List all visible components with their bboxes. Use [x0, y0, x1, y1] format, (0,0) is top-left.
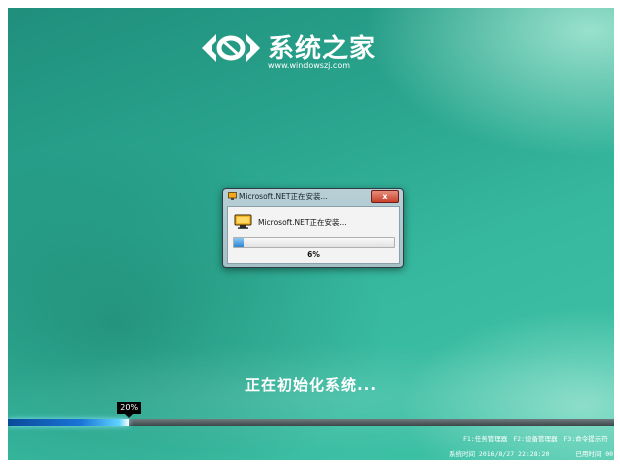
computer-icon [234, 214, 252, 229]
brand-logo: 系统之家 www.windowszj.com [200, 28, 400, 76]
close-button[interactable]: x [371, 190, 399, 203]
system-time: 系统时间 2016/8/27 22:28:20 [449, 450, 550, 458]
logo-title: 系统之家 [268, 34, 377, 64]
install-progress-fill [234, 238, 244, 247]
install-dialog[interactable]: Microsoft.NET正在安装... x Microsoft.NET正在安装… [222, 188, 404, 268]
overall-progress-badge: 20% [117, 402, 142, 414]
dialog-title: Microsoft.NET正在安装... [239, 192, 328, 201]
dialog-titlebar[interactable]: Microsoft.NET正在安装... x [223, 189, 403, 204]
status-line: 系统时间 2016/8/27 22:28:20 已用时间 00:04 [449, 448, 614, 458]
overall-progress-fill [8, 419, 130, 426]
shortcut-bar: F1:任务管理器 F2:设备管理器 F3:命令提示符 [463, 433, 614, 443]
shortcut-task-manager[interactable]: F1:任务管理器 [463, 435, 507, 443]
shortcut-command-prompt[interactable]: F3:命令提示符 [564, 435, 608, 443]
monitor-icon [228, 192, 237, 200]
overall-progress-pointer [125, 414, 134, 418]
install-message: Microsoft.NET正在安装... [258, 218, 347, 227]
logo-mark-icon [202, 34, 260, 62]
dialog-content: Microsoft.NET正在安装... 6% [227, 206, 400, 264]
initializing-status-text: 正在初始化系统... [244, 376, 378, 394]
logo-url: www.windowszj.com [268, 61, 351, 70]
install-progress-label: 6% [307, 250, 320, 259]
shortcut-device-manager[interactable]: F2:设备管理器 [513, 435, 557, 443]
overall-progress-bar [8, 419, 614, 426]
elapsed-time: 已用时间 00:04 [575, 450, 614, 458]
install-progress-bar [233, 237, 395, 248]
desktop-background: 系统之家 www.windowszj.com Microsoft.NET正在安装… [8, 8, 614, 460]
